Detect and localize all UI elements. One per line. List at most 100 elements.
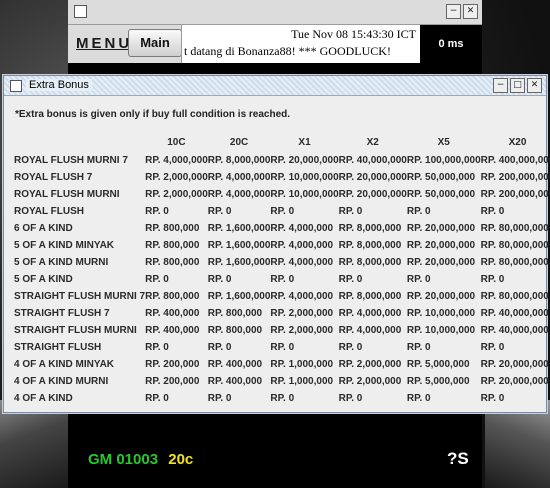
close-icon[interactable]: ✕: [463, 4, 478, 19]
column-header: [14, 133, 145, 152]
bonus-value-cell: RP. 10,000,000: [406, 325, 476, 336]
bonus-table-header: 10C 20C X1 X2 X5 X20: [14, 133, 550, 152]
hand-name-cell: STRAIGHT FLUSH: [14, 342, 102, 353]
bonus-value-cell: RP. 4,000,000: [270, 291, 334, 302]
window-menu-icon[interactable]: [74, 5, 87, 18]
table-row: ROYAL FLUSH MURNI 7 RP. 4,000,000 RP. 8,00…: [14, 152, 550, 169]
bonus-value-cell: RP. 80,000,000: [480, 257, 549, 268]
dialog-body: *Extra bonus is given only if buy full c…: [4, 96, 550, 412]
bonus-value-cell: RP. 20,000,000: [406, 291, 476, 302]
table-row: 4 OF A KIND RP. 0 RP. 0 RP. 0 RP. 0 RP. 0 RP. …: [14, 390, 550, 407]
table-row: STRAIGHT FLUSH MURNI RP. 400,000 RP. 800,0…: [14, 322, 550, 339]
bonus-value-cell: RP. 0: [406, 342, 431, 353]
bonus-value-cell: RP. 200,000: [145, 359, 200, 370]
minimize-icon[interactable]: −: [493, 78, 508, 93]
bonus-value-cell: RP. 0: [406, 274, 431, 285]
hand-name-cell: ROYAL FLUSH: [14, 206, 85, 217]
bonus-value-cell: RP. 80,000,000: [480, 223, 549, 234]
background-decoration-right: [485, 400, 550, 488]
bonus-value-cell: RP. 2,000,000: [145, 189, 208, 200]
hand-name-cell: 4 OF A KIND: [14, 393, 73, 404]
bonus-value-cell: RP. 80,000,000: [480, 240, 549, 251]
bonus-value-cell: RP. 8,000,000: [207, 155, 271, 166]
bonus-value-cell: RP. 4,000,000: [270, 223, 334, 234]
bonus-value-cell: RP. 1,600,000: [207, 223, 271, 234]
bonus-value-cell: RP. 800,000: [145, 291, 200, 302]
bonus-value-cell: RP. 0: [207, 393, 232, 404]
info-panel: Tue Nov 08 15:43:30 ICT t datang di Bona…: [181, 25, 420, 63]
bonus-value-cell: RP. 0: [207, 274, 232, 285]
column-header: X1: [298, 137, 311, 148]
table-row: ROYAL FLUSH RP. 0 RP. 0 RP. 0 RP. 0 RP. 0 RP. …: [14, 203, 550, 220]
bonus-value-cell: RP. 0: [270, 206, 295, 217]
bonus-value-cell: RP. 0: [480, 206, 505, 217]
bonus-value-cell: RP. 1,000,000: [270, 359, 334, 370]
hand-name-cell: 4 OF A KIND MINYAK: [14, 359, 115, 370]
bonus-value-cell: RP. 400,000: [207, 359, 263, 370]
bonus-value-cell: RP. 2,000,000: [338, 359, 402, 370]
menu-label-text: MENU: [76, 35, 133, 52]
bonus-value-cell: RP. 0: [207, 342, 232, 353]
window-menu-icon[interactable]: [10, 80, 22, 92]
bonus-value-cell: RP. 4,000,000: [338, 308, 402, 319]
background-decoration-left: [0, 400, 70, 488]
menu-button[interactable]: MENU: [76, 35, 132, 52]
minimize-icon[interactable]: −: [446, 4, 461, 19]
close-icon[interactable]: ✕: [527, 78, 542, 93]
bonus-value-cell: RP. 4,000,000: [145, 155, 208, 166]
extra-bonus-dialog: Extra Bonus − □ ✕ *Extra bonus is given …: [3, 75, 550, 413]
bonus-value-cell: RP. 2,000,000: [270, 308, 334, 319]
bonus-value-cell: RP. 0: [145, 393, 169, 404]
bonus-value-cell: RP. 400,000,000: [480, 155, 550, 166]
bonus-value-cell: RP. 2,000,000: [338, 376, 402, 387]
table-row: 5 OF A KIND MINYAK RP. 800,000 RP. 1,600,0…: [14, 237, 550, 254]
bonus-value-cell: RP. 0: [406, 206, 431, 217]
bonus-value-cell: RP. 5,000,000: [406, 376, 470, 387]
bonus-table-body: ROYAL FLUSH MURNI 7 RP. 4,000,000 RP. 8,00…: [14, 152, 550, 407]
status-info: GM 01003 20c: [88, 451, 193, 468]
bonus-value-cell: RP. 0: [406, 393, 431, 404]
bonus-value-cell: RP. 200,000: [145, 376, 200, 387]
bonus-value-cell: RP. 200,000,000: [480, 189, 550, 200]
column-header: X5: [437, 137, 450, 148]
bonus-value-cell: RP. 20,000,000: [338, 189, 407, 200]
bonus-value-cell: RP. 80,000,000: [480, 291, 549, 302]
bonus-value-cell: RP. 8,000,000: [338, 257, 402, 268]
dialog-titlebar[interactable]: Extra Bonus − □ ✕: [4, 76, 546, 96]
bonus-value-cell: RP. 1,600,000: [207, 257, 271, 268]
bonus-value-cell: RP. 40,000,000: [480, 308, 549, 319]
bonus-value-cell: RP. 20,000,000: [480, 359, 549, 370]
help-button[interactable]: ?S: [447, 449, 469, 469]
bonus-value-cell: RP. 20,000,000: [406, 223, 476, 234]
bonus-value-cell: RP. 0: [145, 342, 169, 353]
table-row: 5 OF A KIND MURNI RP. 800,000 RP. 1,600,00…: [14, 254, 550, 271]
bonus-value-cell: RP. 5,000,000: [406, 359, 470, 370]
bonus-value-cell: RP. 0: [480, 274, 505, 285]
column-header: X2: [366, 137, 379, 148]
status-bar: GM 01003 20c ?S: [68, 416, 482, 488]
bonus-value-cell: RP. 50,000,000: [406, 172, 476, 183]
table-row: STRAIGHT FLUSH 7 RP. 400,000 RP. 800,000 RP…: [14, 305, 550, 322]
bonus-value-cell: RP. 40,000,000: [480, 325, 549, 336]
maximize-icon[interactable]: □: [510, 78, 525, 93]
main-button[interactable]: Main: [128, 29, 182, 57]
bonus-value-cell: RP. 1,600,000: [207, 291, 271, 302]
hand-name-cell: ROYAL FLUSH 7: [14, 172, 93, 183]
bonus-value-cell: RP. 1,600,000: [207, 240, 271, 251]
bonus-value-cell: RP. 0: [480, 393, 505, 404]
status-gm: GM: [88, 451, 113, 468]
bonus-note: *Extra bonus is given only if buy full c…: [15, 109, 291, 120]
table-row: ROYAL FLUSH MURNI RP. 2,000,000 RP. 4,000,…: [14, 186, 550, 203]
bonus-value-cell: RP. 8,000,000: [338, 291, 402, 302]
bonus-value-cell: RP. 800,000: [207, 325, 263, 336]
bonus-value-cell: RP. 800,000: [207, 308, 263, 319]
bonus-value-cell: RP. 20,000,000: [270, 155, 339, 166]
hand-name-cell: ROYAL FLUSH MURNI: [14, 189, 120, 200]
table-row: 4 OF A KIND MURNI RP. 200,000 RP. 400,000 R…: [14, 373, 550, 390]
status-credit: 20c: [168, 451, 194, 468]
bonus-value-cell: RP. 10,000,000: [270, 189, 339, 200]
hand-name-cell: 5 OF A KIND: [14, 274, 73, 285]
bonus-value-cell: RP. 2,000,000: [270, 325, 334, 336]
column-header: 10C: [167, 137, 186, 148]
bonus-value-cell: RP. 100,000,000: [406, 155, 481, 166]
